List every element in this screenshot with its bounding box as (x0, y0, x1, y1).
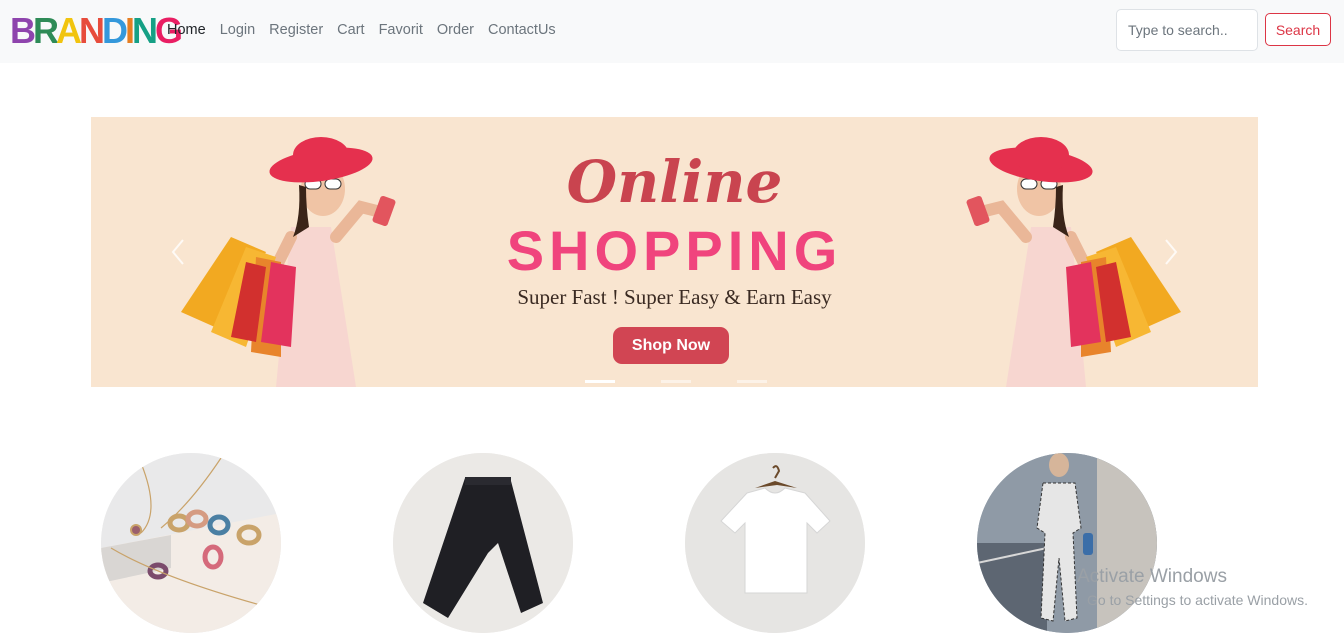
category-pants-image[interactable] (393, 453, 573, 633)
nav-links: Home Login Register Cart Favorit Order C… (160, 20, 563, 40)
search-button[interactable]: Search (1265, 13, 1331, 46)
navbar: B R A N D I N G Home Login Register Cart… (0, 0, 1344, 63)
watermark-title: Activate Windows (1077, 566, 1227, 587)
category-jewelry-image[interactable] (101, 453, 281, 633)
banner-tagline: Super Fast ! Super Easy & Earn Easy (517, 285, 832, 309)
carousel-prev-button[interactable] (163, 232, 193, 272)
tshirt-icon (685, 453, 865, 633)
pants-icon (393, 453, 573, 633)
watermark-subtitle: Go to Settings to activate Windows. (1087, 592, 1308, 608)
carousel-indicator-2[interactable] (661, 380, 691, 383)
banner-big-title: SHOPPING (506, 219, 843, 282)
nav-contactus[interactable]: ContactUs (481, 20, 563, 40)
carousel-indicator-1[interactable] (585, 380, 615, 383)
nav-order[interactable]: Order (430, 20, 481, 40)
carousel-next-button[interactable] (1156, 232, 1186, 272)
nav-cart[interactable]: Cart (330, 20, 371, 40)
brand-letter: B (10, 10, 36, 51)
search-input[interactable] (1116, 9, 1258, 51)
category-tshirt-image[interactable] (685, 453, 865, 633)
chevron-right-icon (1165, 239, 1178, 265)
banner-script-title: Online (566, 148, 783, 216)
brand-letter: N (79, 10, 105, 51)
jewelry-icon (101, 453, 281, 633)
brand-letter: N (132, 10, 158, 51)
windows-activation-watermark: Activate Windows Go to Settings to activ… (1077, 566, 1308, 612)
brand-letter: A (56, 10, 82, 51)
nav-home[interactable]: Home (160, 20, 213, 40)
carousel-indicator-3[interactable] (737, 380, 767, 383)
brand-letter: I (125, 10, 135, 51)
shop-now-button[interactable]: Shop Now (613, 327, 729, 364)
brand-letter: R (33, 10, 59, 51)
hero-carousel: Online SHOPPING Super Fast ! Super Easy … (91, 117, 1258, 387)
carousel-indicators (585, 380, 767, 383)
brand-logo[interactable]: B R A N D I N G (10, 10, 183, 51)
nav-login[interactable]: Login (213, 20, 262, 40)
nav-favorit[interactable]: Favorit (372, 20, 430, 40)
chevron-left-icon (171, 239, 184, 265)
brand-letter: D (102, 10, 128, 51)
nav-register[interactable]: Register (262, 20, 330, 40)
